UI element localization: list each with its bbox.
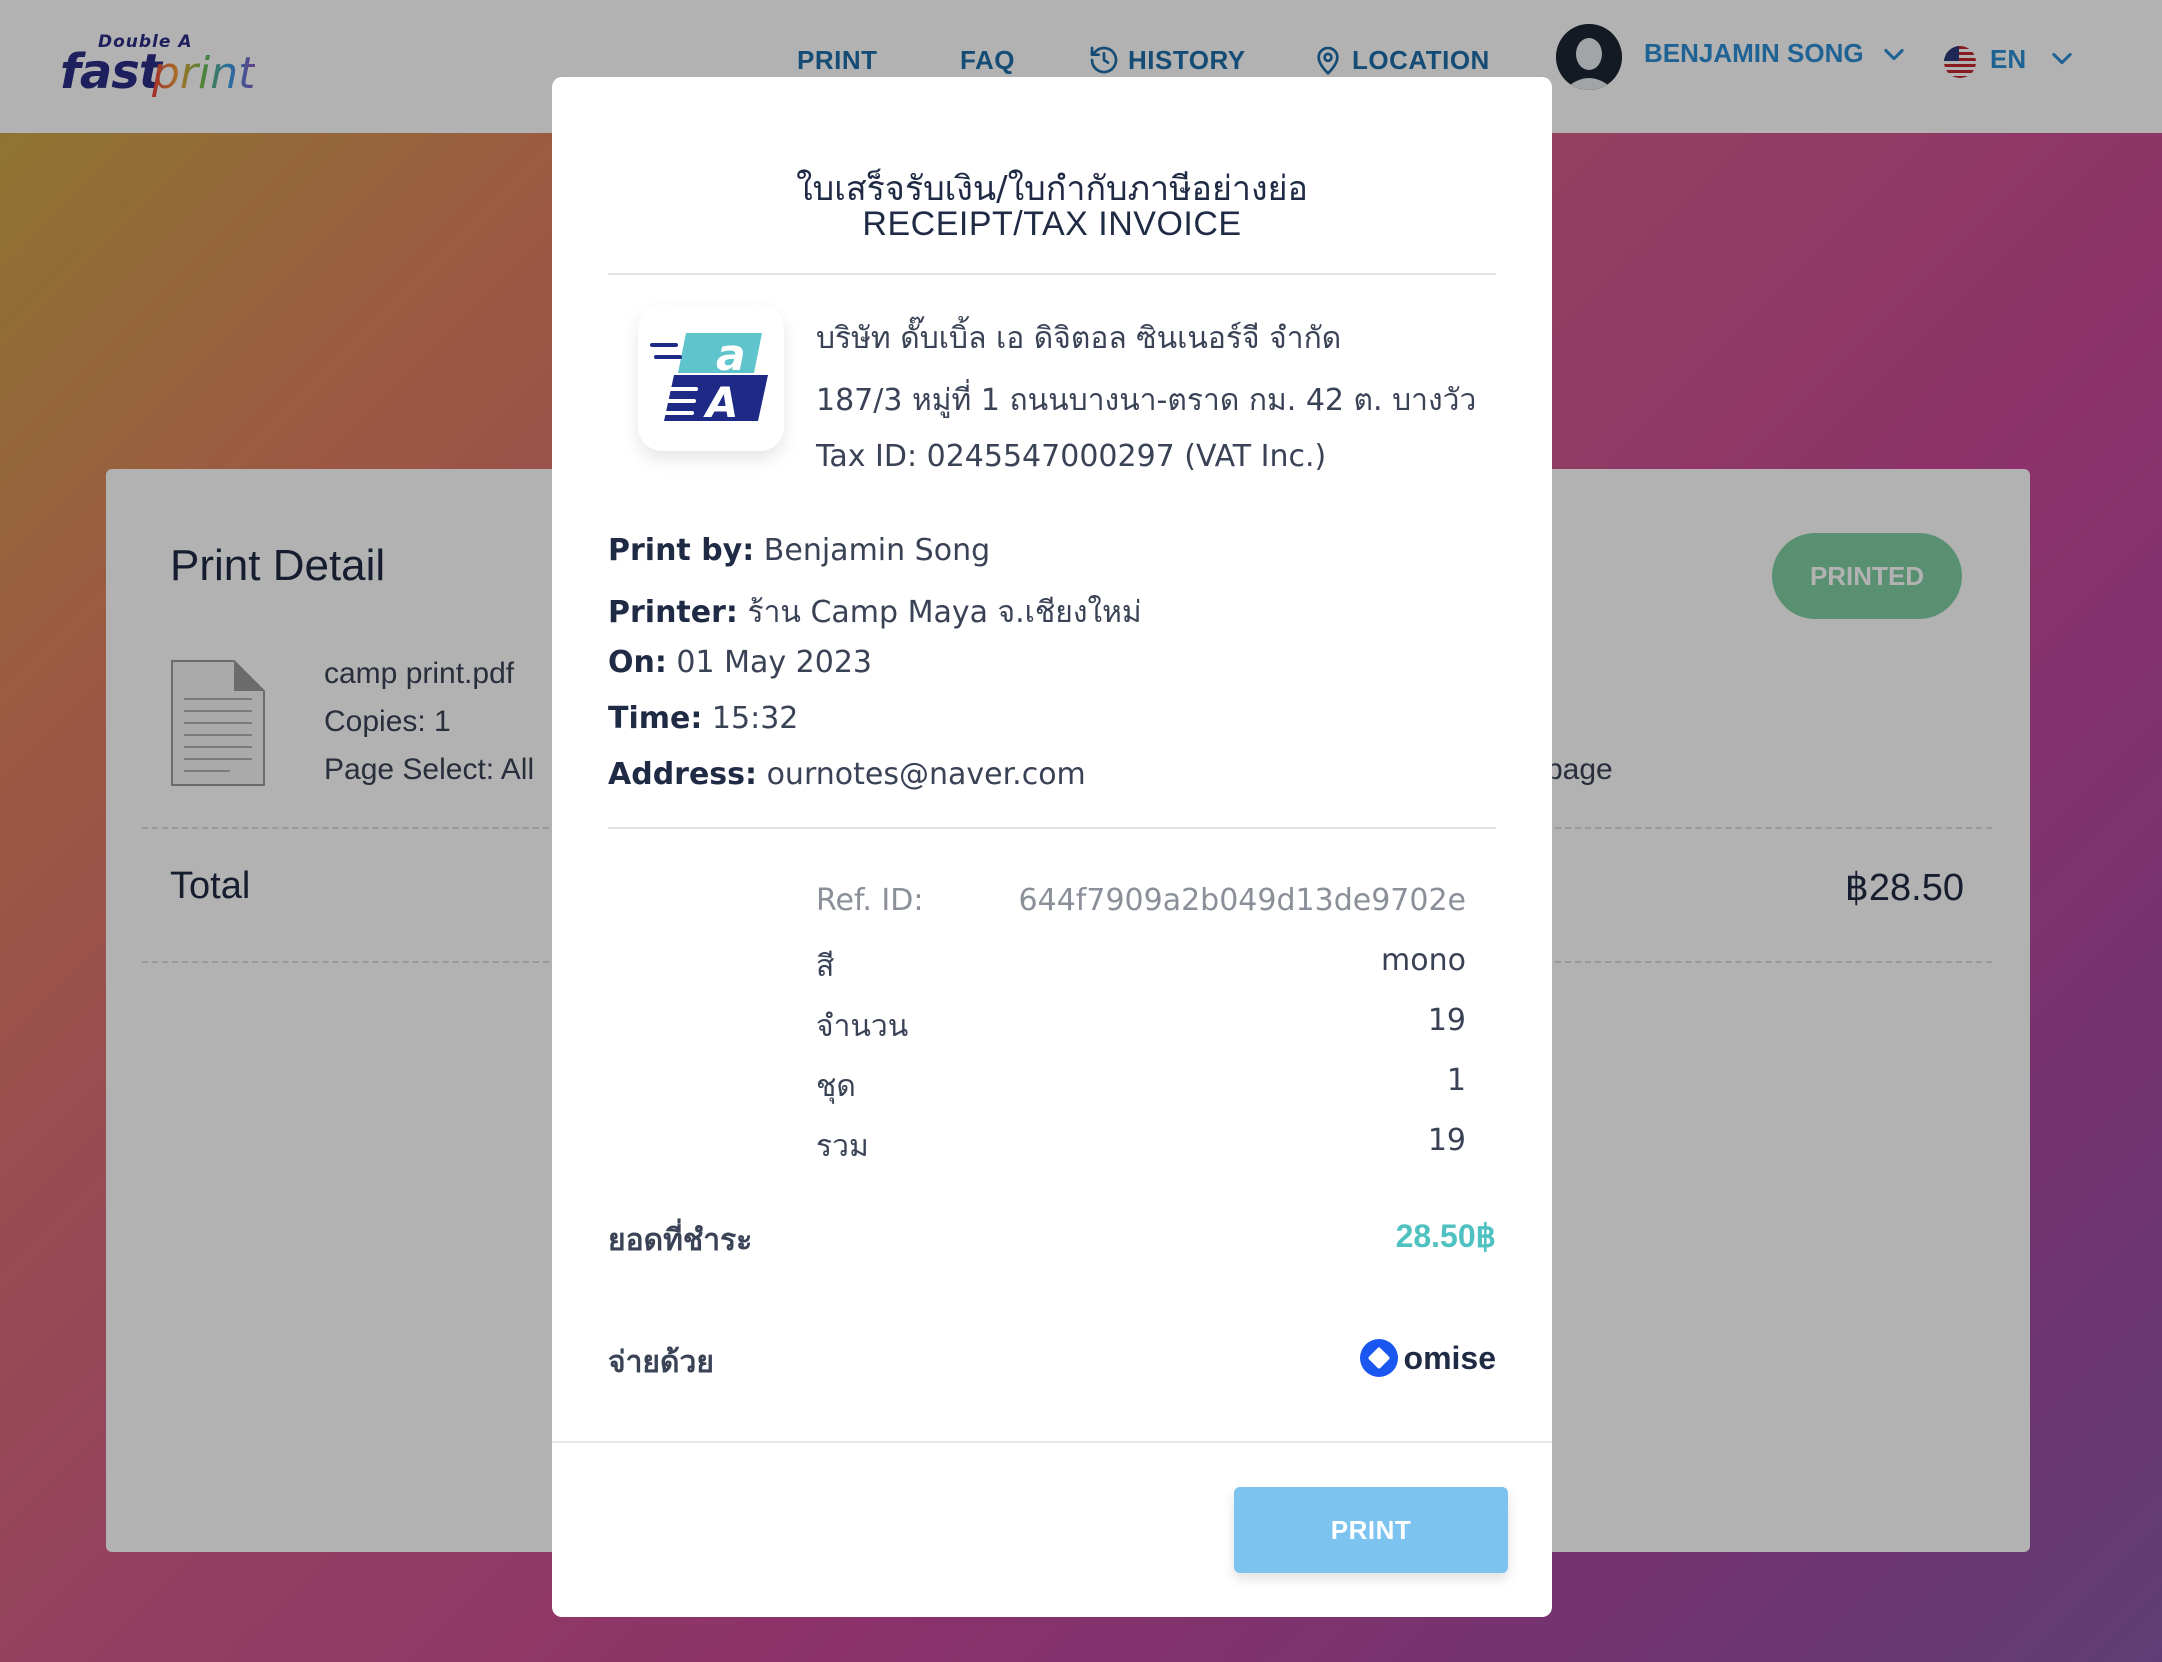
address-label: Address: [608,757,758,792]
time-line: Time: 15:32 [608,701,798,736]
amount-paid-label: ยอดที่ชำระ [608,1223,753,1258]
quantity-value: 19 [1427,1003,1466,1038]
date-line: On: 01 May 2023 [608,645,872,680]
address-line: Address: ournotes@naver.com [608,757,1086,792]
omise-icon [1359,1339,1398,1377]
company-tax-id: Tax ID: 0245547000297 (VAT Inc.) [816,439,1327,474]
svg-text:a: a [716,330,746,381]
printer-line: Printer: ร้าน Camp Maya จ.เชียงใหม่ [608,589,1142,636]
divider [608,273,1496,275]
color-value: mono [1381,943,1466,978]
color-row: สี mono [816,943,1466,987]
ref-id-value: 644f7909a2b049d13de9702e [1018,883,1466,918]
date-value: 01 May 2023 [676,645,873,680]
receipt-title-english: RECEIPT/TAX INVOICE [862,205,1242,243]
print-by-line: Print by: Benjamin Song [608,533,990,568]
set-value: 1 [1446,1063,1466,1098]
paid-with-label: จ่ายด้วย [608,1345,714,1380]
payment-method-name: omise [1403,1339,1496,1376]
company-address: 187/3 หมู่ที่ 1 ถนนบางนา-ตราด กม. 42 ต. … [816,383,1477,418]
svg-text:A: A [703,378,739,427]
divider [608,827,1496,829]
set-row: ชุด 1 [816,1063,1466,1107]
divider [552,1441,1552,1443]
quantity-row: จำนวน 19 [816,1003,1466,1047]
sum-value: 19 [1427,1123,1466,1158]
sum-row: รวม 19 [816,1123,1466,1167]
time-value: 15:32 [711,701,799,736]
time-label: Time: [608,701,703,736]
date-label: On: [608,645,667,680]
ref-id-label: Ref. ID: [816,883,924,918]
omise-logo: omise [1359,1339,1496,1377]
printer-label: Printer: [608,595,738,630]
double-a-company-logo: a A [638,305,784,451]
print-by-label: Print by: [608,533,755,568]
quantity-label: จำนวน [816,1009,909,1044]
ref-id-row: Ref. ID: 644f7909a2b049d13de9702e [816,883,1466,927]
set-label: ชุด [816,1069,856,1104]
print-by-value: Benjamin Song [763,533,991,568]
sum-label: รวม [816,1129,869,1164]
address-value: ournotes@naver.com [766,757,1086,792]
color-label: สี [816,949,835,984]
amount-paid-value: 28.50฿ [1395,1218,1496,1254]
printer-value: ร้าน Camp Maya จ.เชียงใหม่ [747,595,1142,630]
company-name: บริษัท ดั๊บเบิ้ล เอ ดิจิตอล ซินเนอร์จี จ… [816,321,1342,356]
receipt-modal: ใบเสร็จรับเงิน/ใบกำกับภาษีอย่างย่อ RECEI… [552,77,1552,1617]
print-button[interactable]: PRINT [1234,1487,1508,1573]
